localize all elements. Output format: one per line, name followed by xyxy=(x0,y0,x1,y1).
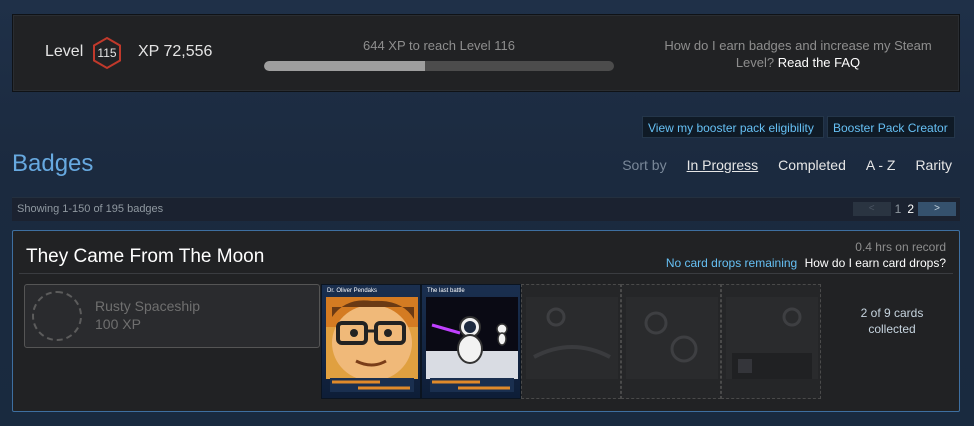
card-logo-icon xyxy=(430,378,514,392)
badge-row[interactable]: They Came From The Moon 0.4 hrs on recor… xyxy=(12,230,960,412)
card-title: Dr. Oliver Pendaks xyxy=(327,288,378,294)
level-label: Level xyxy=(45,43,84,60)
trading-card-missing[interactable] xyxy=(521,284,621,399)
badge-info[interactable]: Rusty Spaceship 100 XP xyxy=(24,284,320,348)
badge-placeholder-icon xyxy=(32,291,82,341)
xp-next-level: 644 XP to reach Level 116 xyxy=(362,38,516,53)
sort-completed[interactable]: Completed xyxy=(778,157,846,173)
trading-card-missing[interactable] xyxy=(721,284,821,399)
pagination-bar: Showing 1-150 of 195 badges < 1 2 > xyxy=(12,197,960,221)
level-panel: Level 115 XP 72,556 644 XP to reach Leve… xyxy=(12,14,960,92)
sort-bar: Sort by In Progress Completed A - Z Rari… xyxy=(622,157,952,173)
trading-card-missing[interactable] xyxy=(621,284,721,399)
card-title: The last battle xyxy=(427,288,465,294)
divider xyxy=(19,273,953,274)
xp-progress-fill xyxy=(264,61,425,71)
level-hex-icon: 115 xyxy=(90,36,124,70)
cards-collected: 2 of 9 cards collected xyxy=(847,305,937,337)
card-art-astronaut-icon xyxy=(426,297,518,379)
card-art-missing-icon xyxy=(726,297,818,379)
hours-on-record: 0.4 hrs on record xyxy=(855,240,946,254)
booster-eligibility-button[interactable]: View my booster pack eligibility xyxy=(642,116,824,138)
pager-next-button[interactable]: > xyxy=(918,202,956,216)
game-title[interactable]: They Came From The Moon xyxy=(26,246,264,268)
sort-rarity[interactable]: Rarity xyxy=(915,157,952,173)
badge-name: Rusty Spaceship xyxy=(95,298,201,314)
xp-total: XP 72,556 xyxy=(138,43,213,60)
sort-in-progress[interactable]: In Progress xyxy=(687,157,759,173)
cards-collected-count: 2 of 9 cards xyxy=(860,306,924,320)
booster-creator-button[interactable]: Booster Pack Creator xyxy=(827,116,955,138)
pager-page-1[interactable]: 1 xyxy=(893,202,904,216)
xp-progress-bar xyxy=(264,61,614,71)
card-logo-icon xyxy=(330,378,414,392)
trading-cards: Dr. Oliver Pendaks The last battle xyxy=(321,284,821,399)
badge-xp: 100 XP xyxy=(95,316,141,332)
pager: < 1 2 > xyxy=(852,202,956,216)
card-art-missing-icon xyxy=(526,297,618,379)
showing-count: Showing 1-150 of 195 badges xyxy=(17,203,164,215)
trading-card[interactable]: The last battle xyxy=(421,284,521,399)
card-drops-line: No card drops remaining How do I earn ca… xyxy=(666,256,946,270)
sort-a-z[interactable]: A - Z xyxy=(866,157,896,173)
card-art-doctor-icon xyxy=(326,297,418,379)
faq-link[interactable]: Read the FAQ xyxy=(778,55,860,70)
pager-page-2: 2 xyxy=(907,202,914,216)
how-earn-drops-link[interactable]: How do I earn card drops? xyxy=(805,256,946,270)
sort-label: Sort by xyxy=(622,157,667,173)
card-art-missing-icon xyxy=(626,297,718,379)
faq-text: How do I earn badges and increase my Ste… xyxy=(663,37,933,71)
trading-card[interactable]: Dr. Oliver Pendaks xyxy=(321,284,421,399)
page-title: Badges xyxy=(12,150,94,177)
no-card-drops: No card drops remaining xyxy=(665,256,798,270)
level-value: 115 xyxy=(97,46,117,60)
cards-collected-label: collected xyxy=(868,322,916,336)
pager-prev-button[interactable]: < xyxy=(852,202,891,216)
